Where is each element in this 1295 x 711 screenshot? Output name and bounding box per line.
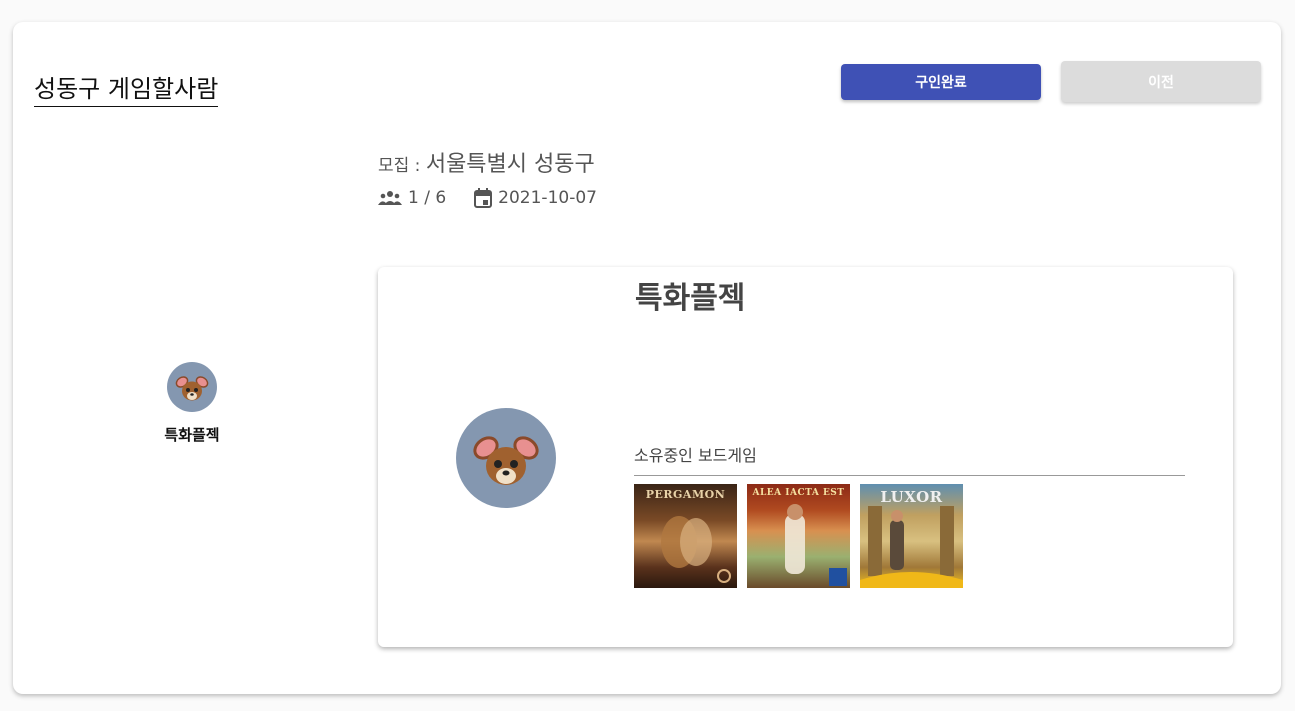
member-detail-card: 특화플젝 소유중인 보드게임 PERGAMON ALEA IACTA EST L… xyxy=(378,267,1233,647)
game-thumbnail-luxor[interactable]: LUXOR xyxy=(860,484,963,588)
post-meta: 1 / 6 2021-10-07 xyxy=(378,185,597,211)
prev-button[interactable]: 이전 xyxy=(1061,61,1261,102)
post-date: 2021-10-07 xyxy=(498,188,597,208)
deer-avatar-icon xyxy=(473,436,539,485)
participant-count: 1 / 6 xyxy=(408,188,447,208)
member-name: 특화플젝 xyxy=(164,426,220,444)
recruit-location-text: 서울특별시 성동구 xyxy=(425,152,595,177)
detail-name: 특화플젝 xyxy=(635,281,746,316)
recruit-label: 모집 : xyxy=(378,156,426,176)
owned-games-label: 소유중인 보드게임 xyxy=(634,442,1185,476)
game-art xyxy=(785,504,847,586)
owned-games-list: PERGAMON ALEA IACTA EST LUXOR xyxy=(634,484,963,588)
game-thumbnail-pergamon[interactable]: PERGAMON xyxy=(634,484,737,588)
game-art xyxy=(860,506,963,588)
post-card: 성동구 게임할사람 구인완료 이전 모집 : 서울특별시 성동구 1 / 6 2… xyxy=(13,22,1281,694)
complete-button[interactable]: 구인완료 xyxy=(841,64,1041,100)
recruit-location: 모집 : 서울특별시 성동구 xyxy=(378,146,595,178)
page-title: 성동구 게임할사람 xyxy=(34,69,219,107)
detail-avatar xyxy=(456,408,556,508)
deer-avatar-icon xyxy=(175,376,209,401)
calendar-icon xyxy=(474,188,493,208)
game-art xyxy=(661,516,731,583)
game-thumbnail-alea-iacta-est[interactable]: ALEA IACTA EST xyxy=(747,484,850,588)
group-icon xyxy=(378,191,402,205)
member-avatar[interactable] xyxy=(167,362,217,412)
